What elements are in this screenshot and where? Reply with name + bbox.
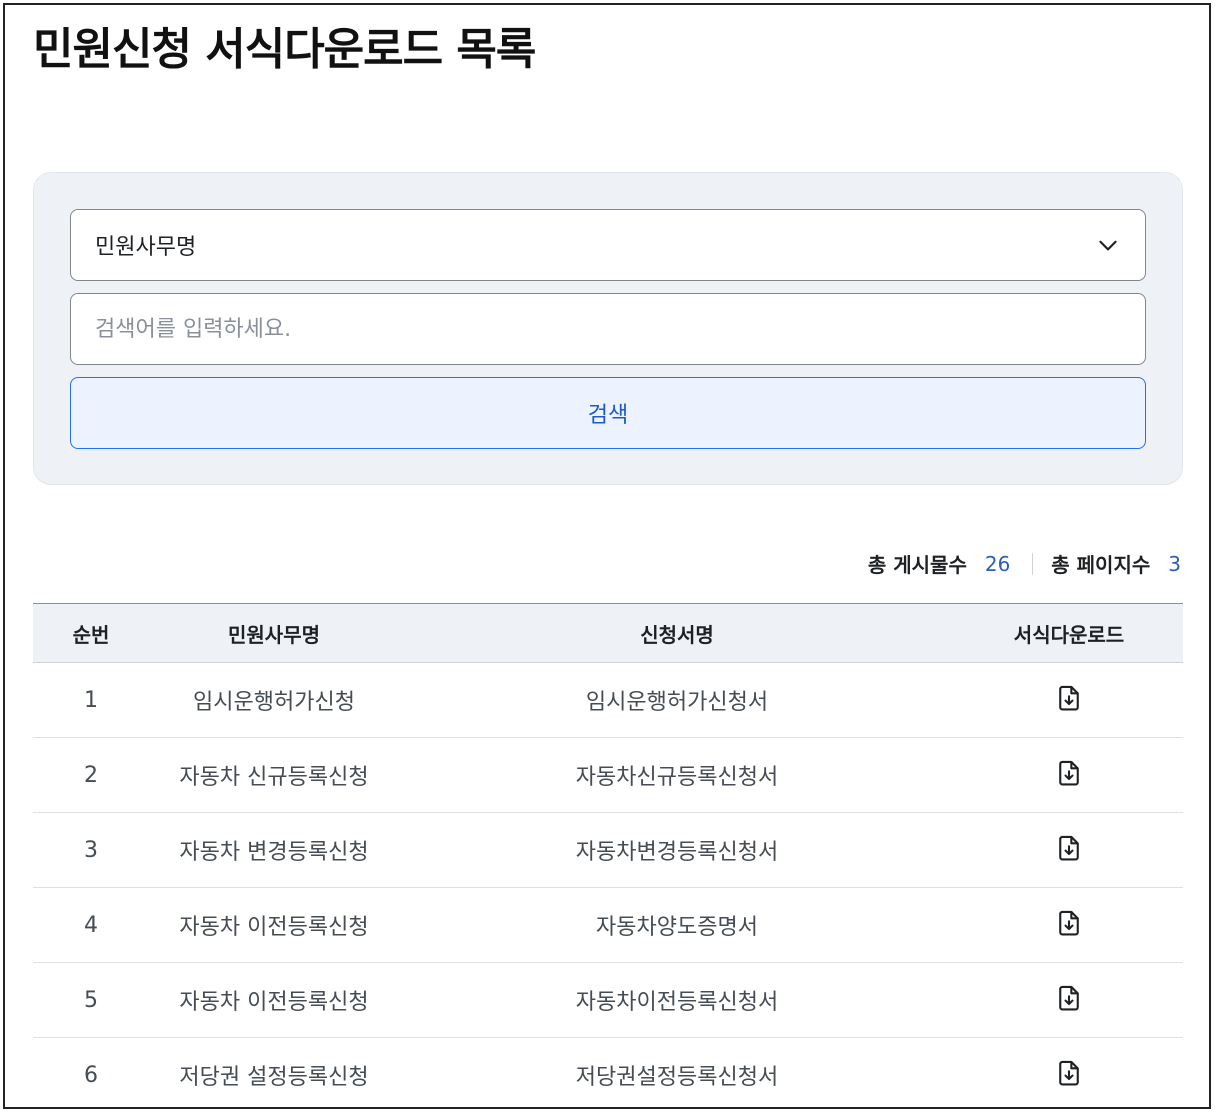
file-download-icon[interactable] (1053, 682, 1085, 714)
total-pages-count: 3 (1168, 551, 1181, 576)
total-posts-label: 총 게시물수 (867, 553, 967, 577)
row-service-name: 자동차 변경등록신청 (149, 812, 399, 888)
row-service-name: 자동차 이전등록신청 (149, 962, 399, 1038)
row-service-name: 자동차 신규등록신청 (149, 737, 399, 813)
row-number: 3 (33, 812, 149, 888)
column-header-download: 서식다운로드 (1013, 622, 1125, 647)
row-service-name: 자동차 이전등록신청 (149, 887, 399, 963)
page-title: 민원신청 서식다운로드 목록 (33, 24, 536, 75)
file-download-icon[interactable] (1053, 907, 1085, 939)
row-form-name: 자동차이전등록신청서 (399, 962, 955, 1038)
row-download-cell (955, 812, 1183, 888)
row-download-cell (955, 662, 1183, 738)
row-service-name: 임시운행허가신청 (149, 662, 399, 738)
row-download-cell (955, 962, 1183, 1038)
search-category-value: 민원사무명 (95, 235, 197, 260)
search-panel: 민원사무명 검색 (33, 172, 1183, 485)
table-row: 3 자동차 변경등록신청 자동차변경등록신청서 (33, 812, 1183, 888)
table-row: 5 자동차 이전등록신청 자동차이전등록신청서 (33, 962, 1183, 1038)
table-row: 4 자동차 이전등록신청 자동차양도증명서 (33, 887, 1183, 963)
file-download-icon[interactable] (1053, 982, 1085, 1014)
search-category-select[interactable]: 민원사무명 (70, 209, 1146, 281)
row-form-name: 자동차양도증명서 (399, 887, 955, 963)
column-header-form: 신청서명 (640, 622, 714, 647)
table-row: 1 임시운행허가신청 임시운행허가신청서 (33, 662, 1183, 738)
row-download-cell (955, 887, 1183, 963)
row-number: 4 (33, 887, 149, 963)
row-form-name: 자동차신규등록신청서 (399, 737, 955, 813)
row-number: 1 (33, 662, 149, 738)
table-row: 2 자동차 신규등록신청 자동차신규등록신청서 (33, 737, 1183, 813)
summary-divider (1032, 552, 1034, 575)
column-header-number: 순번 (72, 622, 110, 647)
file-download-icon[interactable] (1053, 1057, 1085, 1089)
search-input[interactable] (70, 293, 1146, 365)
row-download-cell (955, 737, 1183, 813)
result-summary: 총 게시물수 26 총 페이지수 3 (868, 549, 1181, 578)
total-posts-count: 26 (984, 551, 1011, 576)
row-number: 2 (33, 737, 149, 813)
chevron-down-icon (1099, 240, 1117, 251)
row-form-name: 저당권설정등록신청서 (399, 1037, 955, 1107)
row-number: 6 (33, 1037, 149, 1107)
search-button[interactable]: 검색 (70, 377, 1146, 449)
table-header-row: 순번 민원사무명 신청서명 서식다운로드 (33, 603, 1183, 663)
table-row: 6 저당권 설정등록신청 저당권설정등록신청서 (33, 1037, 1183, 1107)
row-service-name: 저당권 설정등록신청 (149, 1037, 399, 1107)
column-header-service: 민원사무명 (228, 622, 320, 647)
file-download-icon[interactable] (1053, 832, 1085, 864)
form-list-table: 순번 민원사무명 신청서명 서식다운로드 1 임시운행허가신청 임시운행허가신청서 2… (33, 603, 1183, 1107)
page-frame: 민원신청 서식다운로드 목록 민원사무명 검색 총 게시물수 26 총 페이지수… (3, 3, 1211, 1109)
row-form-name: 임시운행허가신청서 (399, 662, 955, 738)
row-download-cell (955, 1037, 1183, 1107)
row-number: 5 (33, 962, 149, 1038)
row-form-name: 자동차변경등록신청서 (399, 812, 955, 888)
file-download-icon[interactable] (1053, 757, 1085, 789)
total-pages-label: 총 페이지수 (1051, 553, 1151, 577)
